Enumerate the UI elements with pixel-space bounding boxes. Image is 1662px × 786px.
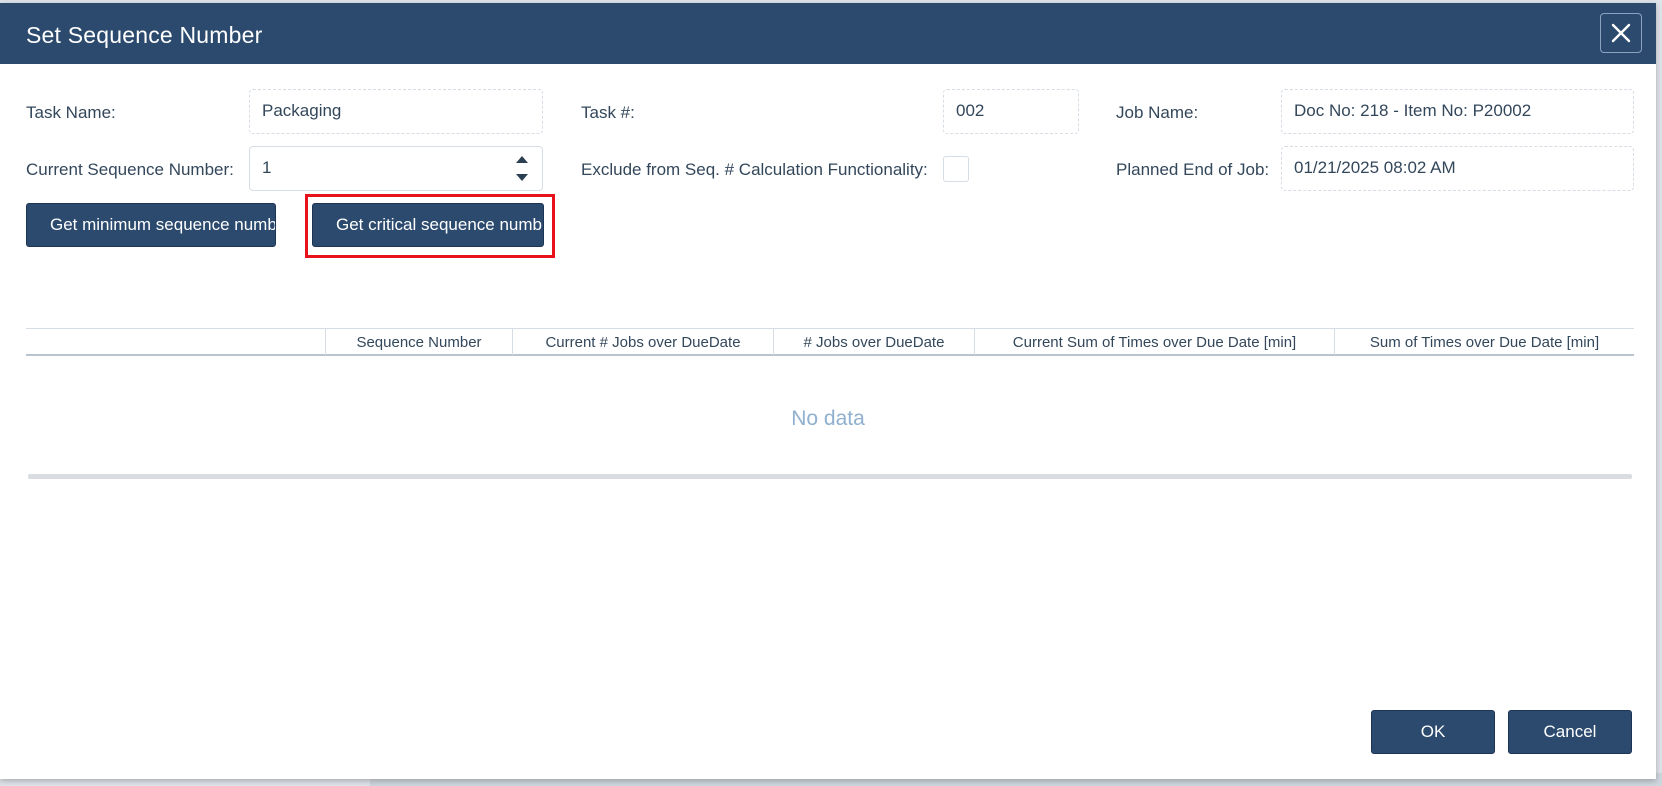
grid-column-header[interactable] — [26, 329, 325, 355]
grid-empty-message: No data — [791, 407, 865, 430]
task-name-label: Task Name: — [26, 103, 116, 122]
grid-header: Sequence Number Current # Jobs over DueD… — [26, 328, 1634, 356]
increment-arrow-icon[interactable] — [516, 156, 528, 163]
current-sequence-value: 1 — [262, 158, 272, 177]
ok-button[interactable]: OK — [1371, 710, 1495, 754]
exclude-calculation-checkbox[interactable] — [943, 156, 969, 182]
planned-end-label: Planned End of Job: — [1116, 160, 1270, 179]
highlight-box — [305, 194, 555, 258]
planned-end-field[interactable]: 01/21/2025 08:02 AM — [1281, 146, 1634, 191]
job-name-field[interactable]: Doc No: 218 - Item No: P20002 — [1281, 89, 1634, 134]
dialog-title: Set Sequence Number — [26, 22, 263, 48]
exclude-calculation-label: Exclude from Seq. # Calculation Function… — [581, 160, 928, 179]
current-sequence-label: Current Sequence Number: — [26, 160, 234, 179]
grid-column-header[interactable]: Sequence Number — [325, 329, 512, 355]
current-sequence-stepper[interactable]: 1 — [249, 146, 543, 191]
grid-column-header[interactable]: Current # Jobs over DueDate — [512, 329, 773, 355]
dialog-header: Set Sequence Number — [0, 3, 1656, 64]
close-icon — [1611, 23, 1631, 43]
grid-column-header[interactable]: # Jobs over DueDate — [773, 329, 974, 355]
cancel-button[interactable]: Cancel — [1508, 710, 1632, 754]
grid-column-header[interactable]: Sum of Times over Due Date [min] — [1334, 329, 1634, 355]
task-name-field[interactable]: Packaging — [249, 89, 543, 134]
grid-column-header[interactable]: Current Sum of Times over Due Date [min] — [974, 329, 1334, 355]
grid-horizontal-scrollbar[interactable] — [28, 474, 1632, 479]
task-number-label: Task #: — [581, 103, 635, 122]
task-number-field[interactable]: 002 — [943, 89, 1079, 134]
job-name-label: Job Name: — [1116, 103, 1199, 122]
decrement-arrow-icon[interactable] — [516, 174, 528, 181]
get-minimum-sequence-button[interactable]: Get minimum sequence numb — [26, 203, 276, 247]
close-button[interactable] — [1600, 13, 1642, 53]
set-sequence-dialog: Set Sequence Number Task Name: Packaging… — [0, 3, 1656, 779]
